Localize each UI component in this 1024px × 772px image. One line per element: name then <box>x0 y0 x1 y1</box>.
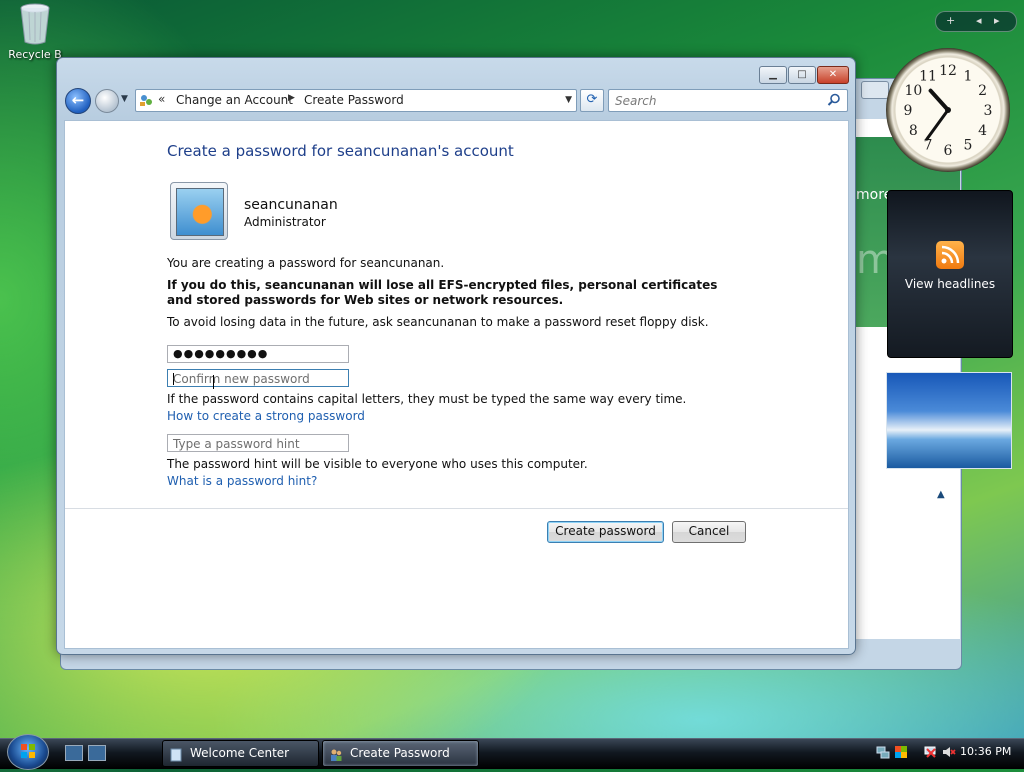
recent-pages-dropdown[interactable]: ▼ <box>121 94 128 104</box>
add-gadget-button[interactable]: + <box>946 14 955 27</box>
user-role: Administrator <box>244 215 326 229</box>
clock-numeral: 4 <box>978 123 987 139</box>
search-input[interactable]: Search <box>615 94 657 108</box>
create-password-window[interactable]: ▁ □ ✕ ← ▼ « Change an Account ▶ Create P… <box>56 57 856 655</box>
chevron-right-icon[interactable]: ▸ <box>994 14 1000 27</box>
taskbar-item-welcome-center[interactable]: Welcome Center <box>162 740 319 767</box>
password-hint-field[interactable]: Type a password hint <box>167 434 349 452</box>
clock-center-pin <box>945 107 951 113</box>
feed-headlines-gadget[interactable]: View headlines <box>887 190 1013 358</box>
user-name: seancunanan <box>244 197 338 213</box>
welcome-center-icon <box>169 746 183 762</box>
refresh-button[interactable]: ⟳ <box>580 89 604 112</box>
divider <box>65 508 848 509</box>
breadcrumb-create-password[interactable]: Create Password <box>304 93 404 107</box>
windows-logo-icon <box>21 744 35 758</box>
maximize-button[interactable]: □ <box>788 66 816 84</box>
refresh-icon: ⟳ <box>586 92 598 107</box>
clock-face: 12 1234567891011 <box>904 63 993 159</box>
show-desktop-icon[interactable] <box>65 745 83 761</box>
search-icon[interactable] <box>827 93 841 107</box>
clock-numeral: 9 <box>904 103 913 119</box>
confirm-password-field[interactable]: Confirm new password <box>167 369 349 387</box>
address-bar[interactable]: « Change an Account ▶ Create Password ▼ <box>135 89 577 112</box>
clock-numeral: 12 <box>939 63 957 79</box>
breadcrumb-change-account[interactable]: Change an Account <box>176 93 293 107</box>
chevron-left-icon[interactable]: ◂ <box>976 14 982 27</box>
breadcrumb-separator-icon[interactable]: ▶ <box>288 93 295 103</box>
new-password-field[interactable]: ●●●●●●●●● <box>167 345 349 363</box>
clock-numeral: 2 <box>978 83 987 99</box>
clock-numeral: 8 <box>909 123 918 139</box>
clock-numeral: 3 <box>984 103 993 119</box>
sidebar-controls[interactable]: + ◂ ▸ <box>935 11 1017 32</box>
create-password-button[interactable]: Create password <box>547 521 664 543</box>
password-hint-link[interactable]: What is a password hint? <box>167 474 317 488</box>
forward-button[interactable] <box>95 89 119 113</box>
password-value: ●●●●●●●●● <box>173 347 269 360</box>
goldfish-picture <box>176 188 224 236</box>
clock-minute-hand <box>925 108 950 141</box>
clock-numeral: 5 <box>964 138 973 154</box>
start-button[interactable] <box>7 734 49 770</box>
clock-numeral: 6 <box>944 143 953 159</box>
trash-icon <box>19 2 51 46</box>
efs-warning-text: If you do this, seancunanan will lose al… <box>167 278 718 307</box>
hint-visibility-note: The password hint will be visible to eve… <box>167 457 588 471</box>
cancel-button[interactable]: Cancel <box>672 521 746 543</box>
minimize-button[interactable]: ▁ <box>759 66 787 84</box>
bg-window-caption-button[interactable] <box>861 81 889 99</box>
password-hint-placeholder: Type a password hint <box>173 437 300 451</box>
clock-numeral: 10 <box>904 83 922 99</box>
info-text: You are creating a password for seancuna… <box>167 256 445 270</box>
rss-icon <box>936 241 964 269</box>
capital-letters-note: If the password contains capital letters… <box>167 392 687 406</box>
clock-numeral: 1 <box>964 68 973 84</box>
clock-gadget[interactable]: 12 1 2 3 4 5 6 7 8 9 10 11 <box>886 48 1010 172</box>
clock-hour-hand <box>928 88 950 112</box>
confirm-password-placeholder: Confirm new password <box>173 372 310 386</box>
security-center-icon[interactable] <box>894 745 908 759</box>
arrow-left-icon: ← <box>71 91 85 109</box>
taskbar-label: Create Password <box>350 746 450 760</box>
mouse-ibeam-cursor <box>213 375 216 389</box>
network-icon[interactable] <box>876 745 890 759</box>
back-button[interactable]: ← <box>65 88 91 114</box>
taskbar-item-create-password[interactable]: Create Password <box>322 740 479 767</box>
chevron-up-icon[interactable]: ▲ <box>937 489 945 500</box>
recycle-bin-icon[interactable]: Recycle B <box>4 2 66 61</box>
taskbar-label: Welcome Center <box>190 746 290 760</box>
view-headlines-label[interactable]: View headlines <box>888 277 1012 291</box>
breadcrumb-overflow[interactable]: « <box>158 92 165 106</box>
reset-disk-advice: To avoid losing data in the future, ask … <box>167 315 709 329</box>
search-box[interactable]: Search <box>608 89 848 112</box>
slideshow-gadget[interactable] <box>886 372 1012 469</box>
network-disconnected-icon[interactable] <box>924 745 938 759</box>
page-title: Create a password for seancunanan's acco… <box>167 142 514 160</box>
switch-windows-icon[interactable] <box>88 745 106 761</box>
address-dropdown-icon[interactable]: ▼ <box>565 95 572 105</box>
volume-muted-icon[interactable] <box>942 745 956 759</box>
user-accounts-icon <box>329 746 343 761</box>
taskbar <box>0 738 1024 769</box>
recycle-bin-label: Recycle B <box>8 48 62 61</box>
strong-password-link[interactable]: How to create a strong password <box>167 409 365 423</box>
clock-numeral: 11 <box>919 68 937 84</box>
clock-time[interactable]: 10:36 PM <box>960 745 1011 758</box>
content-pane: Create a password for seancunanan's acco… <box>64 120 849 649</box>
avatar <box>170 182 228 240</box>
control-panel-icon <box>139 93 153 107</box>
close-button[interactable]: ✕ <box>817 66 849 84</box>
